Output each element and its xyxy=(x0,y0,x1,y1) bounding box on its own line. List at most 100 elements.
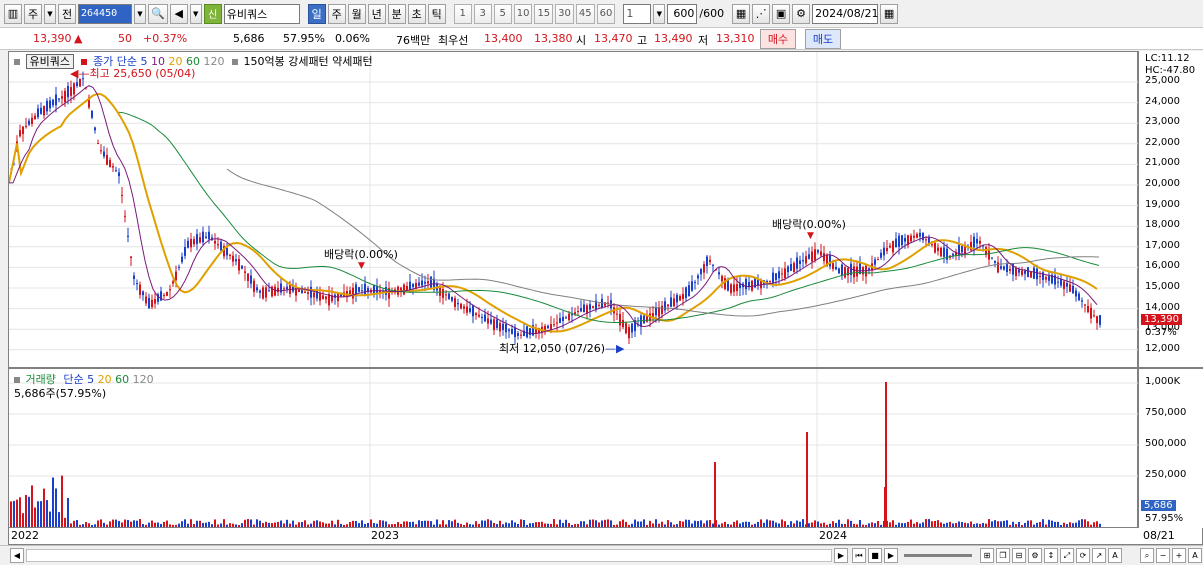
period-tick[interactable]: 틱 xyxy=(427,3,446,24)
scroll-bar[interactable]: ◀ ▶ ⏮ ■ ▶ ⊞ ❐ ⊟ ⚙ ↕ ⤢ ⟳ ↗ A ⌕ − + A xyxy=(0,545,1203,565)
candle-body xyxy=(496,319,498,328)
price-tick-label: 12,000 xyxy=(1145,342,1180,354)
zoom-in-icon[interactable]: + xyxy=(1172,548,1186,563)
trend-icon[interactable]: ↗ xyxy=(1092,548,1106,563)
period-second[interactable]: 초 xyxy=(407,3,426,24)
volume-bar xyxy=(253,524,255,527)
candle-body xyxy=(724,278,726,290)
volume-bar xyxy=(649,520,651,527)
period-monthly[interactable]: 월 xyxy=(347,3,366,24)
zoom-search-icon[interactable]: ⌕ xyxy=(1140,548,1154,563)
speaker-icon[interactable]: ◀ xyxy=(169,3,188,24)
sell-button[interactable]: 매도 xyxy=(805,29,841,49)
candle-body xyxy=(655,308,657,316)
copy-icon[interactable]: ❐ xyxy=(996,548,1010,563)
volume-bar xyxy=(103,522,105,527)
settings-icon[interactable]: ⚙ xyxy=(1028,548,1042,563)
volume-bar xyxy=(730,524,732,527)
candle-body xyxy=(892,240,894,253)
candle-body xyxy=(787,266,789,273)
volume-bar xyxy=(355,521,357,527)
volume-bar xyxy=(322,522,324,527)
multiplier-dropdown-icon[interactable]: ▼ xyxy=(653,3,666,24)
rewind-icon[interactable]: ⏮ xyxy=(852,548,866,563)
scroll-left-icon[interactable]: ◀ xyxy=(10,548,24,563)
stock-tab[interactable]: 유비쿼스 xyxy=(25,54,74,69)
chart-area[interactable] xyxy=(8,51,1139,529)
calendar-icon[interactable]: ▦ xyxy=(880,3,899,24)
volume-bar xyxy=(1090,524,1092,527)
ma-120: 120 xyxy=(203,55,225,68)
volume-bar xyxy=(391,524,393,527)
font-size-icon[interactable]: A xyxy=(1188,548,1202,563)
interval-5[interactable]: 5 xyxy=(493,3,512,24)
save-icon[interactable]: ▣ xyxy=(772,3,791,24)
scroll-right-icon[interactable]: ▶ xyxy=(834,548,848,563)
stock-code-input[interactable]: 264450 xyxy=(78,3,132,24)
volume-bar xyxy=(841,523,843,527)
volume-bar xyxy=(880,524,882,527)
volume-bar xyxy=(178,523,180,527)
search-icon[interactable]: 🔍 xyxy=(148,3,168,24)
stop-icon[interactable]: ■ xyxy=(868,548,882,563)
volume-bar xyxy=(1036,522,1038,527)
volume-bar xyxy=(823,522,825,527)
buy-button[interactable]: 매수 xyxy=(760,29,796,49)
volume-ratio: 57.95% xyxy=(283,32,325,45)
volume-bar xyxy=(859,519,861,527)
period-yearly[interactable]: 년 xyxy=(367,3,386,24)
count-input[interactable]: 600 xyxy=(667,3,698,24)
type-select[interactable]: 주 xyxy=(24,3,42,24)
layout-icon[interactable]: ▥ xyxy=(4,3,22,24)
volume-bar xyxy=(682,521,684,527)
measure-icon[interactable]: ⤢ xyxy=(1060,548,1074,563)
prev-button[interactable]: 전 xyxy=(58,3,76,24)
layers-icon[interactable]: ⊟ xyxy=(1012,548,1026,563)
period-weekly[interactable]: 주 xyxy=(327,3,346,24)
price-volume-chart[interactable] xyxy=(8,52,1139,529)
candle-body xyxy=(994,260,996,263)
panel-divider[interactable] xyxy=(8,367,1203,369)
moving-average-line xyxy=(8,92,1098,333)
high-price: 13,490 xyxy=(654,32,693,45)
scroll-track[interactable] xyxy=(26,549,832,562)
candle-body xyxy=(913,235,915,238)
interval-30[interactable]: 30 xyxy=(555,3,574,24)
speed-slider[interactable] xyxy=(904,554,972,557)
candle-body xyxy=(748,282,750,287)
period-daily[interactable]: 일 xyxy=(307,3,326,24)
volume-bar xyxy=(535,522,537,527)
volume-bar xyxy=(616,524,618,527)
candle-body xyxy=(427,281,429,284)
interval-1[interactable]: 1 xyxy=(453,3,472,24)
font-icon[interactable]: A xyxy=(1108,548,1122,563)
candle-body xyxy=(190,238,192,248)
candle-body xyxy=(430,276,432,288)
play-icon[interactable]: ▶ xyxy=(884,548,898,563)
zoom-icon[interactable]: ⊞ xyxy=(980,548,994,563)
candle-body xyxy=(673,298,675,307)
interval-60[interactable]: 60 xyxy=(596,3,616,24)
volume-bar xyxy=(70,523,72,527)
interval-10[interactable]: 10 xyxy=(513,3,533,24)
zoom-out-icon[interactable]: − xyxy=(1156,548,1170,563)
pattern-icon[interactable]: ⋰ xyxy=(752,3,771,24)
date-input[interactable]: 2024/08/21 xyxy=(812,3,878,24)
chart-tools-icon[interactable]: ▦ xyxy=(732,3,751,24)
chevron-down-icon[interactable]: ▼ xyxy=(44,3,56,24)
volume-bar xyxy=(1015,524,1017,527)
gear-icon[interactable]: ⚙ xyxy=(792,3,811,24)
scale-icon[interactable]: ↕ xyxy=(1044,548,1058,563)
code-dropdown-icon[interactable]: ▼ xyxy=(134,3,146,24)
volume-bar xyxy=(622,519,624,527)
multiplier-input[interactable]: 1 xyxy=(623,3,652,24)
refresh-icon[interactable]: ⟳ xyxy=(1076,548,1090,563)
candle-body xyxy=(217,244,219,246)
period-minute[interactable]: 분 xyxy=(387,3,406,24)
candle-body xyxy=(187,240,189,248)
speaker-dropdown-icon[interactable]: ▼ xyxy=(189,3,202,24)
interval-15[interactable]: 15 xyxy=(534,3,554,24)
candle-body xyxy=(598,304,600,306)
interval-45[interactable]: 45 xyxy=(575,3,595,24)
interval-3[interactable]: 3 xyxy=(473,3,492,24)
